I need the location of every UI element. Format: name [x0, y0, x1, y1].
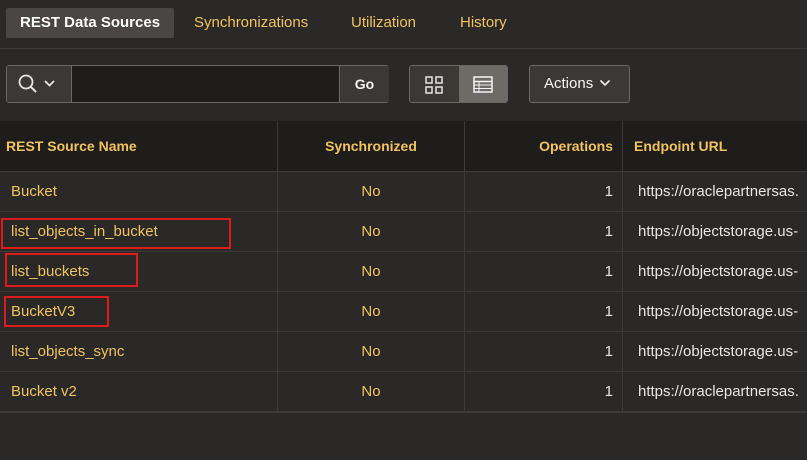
endpoint-url: https://objectstorage.us-	[638, 223, 799, 240]
endpoint-url: https://objectstorage.us-	[638, 303, 799, 320]
synchronized-value: No	[361, 343, 381, 360]
go-button[interactable]: Go	[339, 66, 389, 102]
report-view-icon	[473, 76, 493, 93]
endpoint-url: https://objectstorage.us-	[638, 343, 799, 360]
synchronized-value: No	[361, 183, 381, 200]
report-toolbar: Go Actions	[0, 49, 807, 119]
search-column-menu-button[interactable]	[7, 66, 72, 102]
view-mode-toggle	[409, 65, 508, 103]
actions-menu-button[interactable]: Actions	[529, 65, 630, 103]
tab-bar: REST Data Sources Synchronizations Utili…	[0, 0, 807, 49]
endpoint-url: https://oraclepartnersas.	[638, 383, 799, 400]
report-view-button[interactable]	[459, 66, 507, 102]
highlight-box	[5, 253, 138, 287]
endpoint-url: https://objectstorage.us-	[638, 263, 799, 280]
column-divider	[277, 121, 278, 411]
table-row: list_objects_sync No 1 https://objectsto…	[0, 332, 807, 372]
column-header-endpoint-url[interactable]: Endpoint URL	[634, 121, 727, 171]
column-header-rest-source-name[interactable]: REST Source Name	[6, 121, 137, 171]
operations-count: 1	[604, 263, 613, 280]
synchronized-value: No	[361, 263, 381, 280]
table-row: Bucket v2 No 1 https://oraclepartnersas.	[0, 372, 807, 412]
operations-count: 1	[604, 383, 613, 400]
grid-view-icon	[425, 76, 443, 94]
tab-rest-data-sources[interactable]: REST Data Sources	[6, 8, 175, 38]
search-bar: Go	[6, 65, 389, 103]
endpoint-url: https://oraclepartnersas.	[638, 183, 799, 200]
search-input[interactable]	[72, 66, 338, 102]
rest-source-name-link[interactable]: list_objects_sync	[11, 332, 271, 372]
highlight-box	[1, 218, 231, 249]
search-icon	[18, 74, 55, 93]
actions-label: Actions	[544, 75, 594, 92]
operations-count: 1	[604, 343, 613, 360]
chevron-down-icon	[599, 79, 611, 87]
table-row: Bucket No 1 https://oraclepartnersas.	[0, 172, 807, 212]
tab-synchronizations[interactable]: Synchronizations	[194, 8, 308, 38]
highlight-box	[4, 296, 109, 327]
synchronized-value: No	[361, 303, 381, 320]
operations-count: 1	[604, 303, 613, 320]
column-divider	[464, 121, 465, 411]
tab-utilization[interactable]: Utilization	[351, 8, 416, 38]
rest-source-name-link[interactable]: Bucket	[11, 172, 271, 212]
column-divider	[622, 121, 623, 411]
column-header-synchronized[interactable]: Synchronized	[278, 121, 464, 171]
rest-source-name-link[interactable]: Bucket v2	[11, 372, 271, 412]
table-header: REST Source Name Synchronized Operations…	[0, 121, 807, 172]
column-header-operations[interactable]: Operations	[465, 121, 613, 171]
chevron-down-icon	[44, 80, 55, 87]
synchronized-value: No	[361, 223, 381, 240]
report-footer	[0, 412, 807, 460]
operations-count: 1	[604, 223, 613, 240]
tab-history[interactable]: History	[460, 8, 507, 38]
operations-count: 1	[604, 183, 613, 200]
table-row: BucketV3 No 1 https://objectstorage.us-	[0, 292, 807, 332]
synchronized-value: No	[361, 383, 381, 400]
grid-view-button[interactable]	[410, 66, 459, 102]
